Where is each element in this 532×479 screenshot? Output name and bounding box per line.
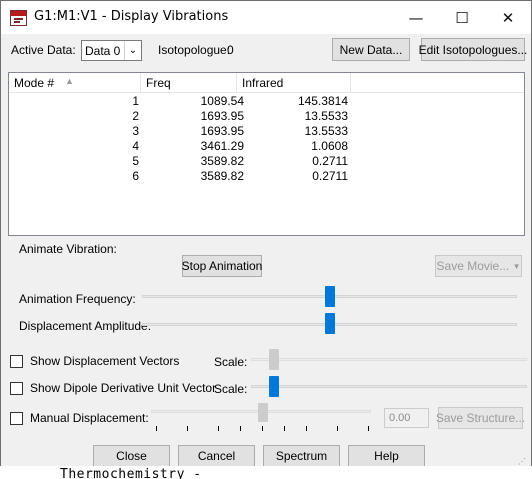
save-movie-button[interactable]: Save Movie... ▼ bbox=[435, 255, 522, 277]
table-row[interactable]: 1 1089.54 145.3814 bbox=[10, 94, 525, 109]
mode-cell: 4 bbox=[132, 139, 139, 153]
dipole-scale-label: Scale: bbox=[214, 382, 248, 396]
active-data-label: Active Data: bbox=[11, 43, 76, 57]
manual-displacement-field[interactable]: 0.00 bbox=[384, 408, 429, 428]
freq-cell: 1693.95 bbox=[200, 124, 244, 138]
thermochemistry-text: Thermochemistry - bbox=[60, 467, 202, 479]
dropdown-arrow-icon: ▼ bbox=[512, 261, 521, 271]
vectors-scale-slider bbox=[269, 349, 279, 370]
vibration-modes-table[interactable]: Mode # ▲ Freq Infrared 1 1089.54 145.3814 2… bbox=[8, 72, 525, 236]
column-header-freq[interactable]: Freq bbox=[141, 73, 237, 93]
table-row[interactable]: 3 1693.95 13.5533 bbox=[10, 124, 525, 139]
close-button[interactable]: Close bbox=[93, 445, 170, 467]
gaussview-app-icon bbox=[10, 10, 27, 26]
infrared-cell: 13.5533 bbox=[304, 109, 348, 123]
manual-displacement-slider bbox=[258, 403, 268, 422]
display-vibrations-window: G1:M1:V1 - Display Vibrations — ☐ ✕ Acti… bbox=[0, 0, 532, 479]
vectors-scale-track bbox=[251, 358, 527, 361]
vectors-scale-label: Scale: bbox=[214, 355, 248, 369]
freq-cell: 3589.82 bbox=[200, 154, 244, 168]
help-button[interactable]: Help bbox=[348, 445, 425, 467]
maximize-icon[interactable]: ☐ bbox=[439, 1, 485, 34]
infrared-cell: 0.2711 bbox=[312, 154, 348, 168]
edit-isotopologues-button[interactable]: Edit Isotopologues... bbox=[419, 38, 527, 61]
table-row[interactable]: 4 3461.29 1.0608 bbox=[10, 139, 525, 154]
spectrum-button[interactable]: Spectrum bbox=[263, 445, 340, 467]
table-row[interactable]: 2 1693.95 13.5533 bbox=[10, 109, 525, 124]
infrared-cell: 1.0608 bbox=[311, 139, 348, 153]
infrared-cell: 145.3814 bbox=[297, 94, 348, 108]
table-header: Mode # ▲ Freq Infrared bbox=[9, 73, 524, 93]
freq-cell: 3589.82 bbox=[200, 169, 244, 183]
close-icon[interactable]: ✕ bbox=[485, 1, 531, 34]
active-data-value: Data 0 bbox=[85, 44, 121, 58]
displacement-amplitude-slider[interactable] bbox=[325, 313, 335, 334]
freq-cell: 1693.95 bbox=[200, 109, 244, 123]
freq-cell: 1089.54 bbox=[200, 94, 244, 108]
new-data-button[interactable]: New Data... bbox=[332, 38, 410, 61]
manual-displacement-checkbox[interactable] bbox=[10, 412, 23, 425]
resize-grip-icon[interactable]: ⋰ bbox=[518, 457, 527, 466]
stop-animation-button[interactable]: Stop Animation bbox=[182, 255, 262, 277]
window-title: G1:M1:V1 - Display Vibrations bbox=[34, 9, 229, 24]
cancel-button[interactable]: Cancel bbox=[178, 445, 255, 467]
column-header-infrared[interactable]: Infrared bbox=[237, 73, 351, 93]
table-row[interactable]: 6 3589.82 0.2711 bbox=[10, 169, 525, 184]
mode-cell: 1 bbox=[132, 94, 139, 108]
show-dipole-derivative-label: Show Dipole Derivative Unit Vector bbox=[30, 381, 217, 395]
show-displacement-vectors-label: Show Displacement Vectors bbox=[30, 354, 180, 368]
chevron-down-icon[interactable]: ⌄ bbox=[124, 41, 141, 60]
minimize-icon[interactable]: — bbox=[393, 1, 439, 34]
isotopologue-label: Isotopologue: bbox=[158, 43, 231, 57]
animation-frequency-label: Animation Frequency: bbox=[19, 292, 136, 306]
dipole-scale-slider[interactable] bbox=[269, 376, 279, 397]
sort-ascending-icon: ▲ bbox=[65, 76, 74, 86]
animation-frequency-slider[interactable] bbox=[325, 286, 335, 307]
table-row[interactable]: 5 3589.82 0.2711 bbox=[10, 154, 525, 169]
isotopologue-value: 0 bbox=[227, 43, 234, 57]
infrared-cell: 0.2711 bbox=[312, 169, 348, 183]
show-dipole-derivative-checkbox[interactable] bbox=[10, 382, 23, 395]
manual-displacement-label: Manual Displacement: bbox=[30, 411, 149, 425]
active-data-select[interactable]: Data 0 ⌄ bbox=[81, 40, 142, 61]
freq-cell: 3461.29 bbox=[200, 139, 244, 153]
infrared-cell: 13.5533 bbox=[304, 124, 348, 138]
mode-cell: 3 bbox=[132, 124, 139, 138]
animate-vibration-label: Animate Vibration: bbox=[19, 242, 117, 256]
displacement-amplitude-label: Displacement Amplitude: bbox=[19, 319, 152, 333]
mode-cell: 6 bbox=[132, 169, 139, 183]
mode-cell: 5 bbox=[132, 154, 139, 168]
title-bar[interactable]: G1:M1:V1 - Display Vibrations — ☐ ✕ bbox=[1, 1, 531, 34]
mode-cell: 2 bbox=[132, 109, 139, 123]
save-structure-button[interactable]: Save Structure... bbox=[436, 407, 525, 429]
column-header-mode[interactable]: Mode # ▲ bbox=[9, 73, 141, 93]
dipole-scale-track[interactable] bbox=[251, 385, 527, 388]
show-displacement-vectors-checkbox[interactable] bbox=[10, 355, 23, 368]
